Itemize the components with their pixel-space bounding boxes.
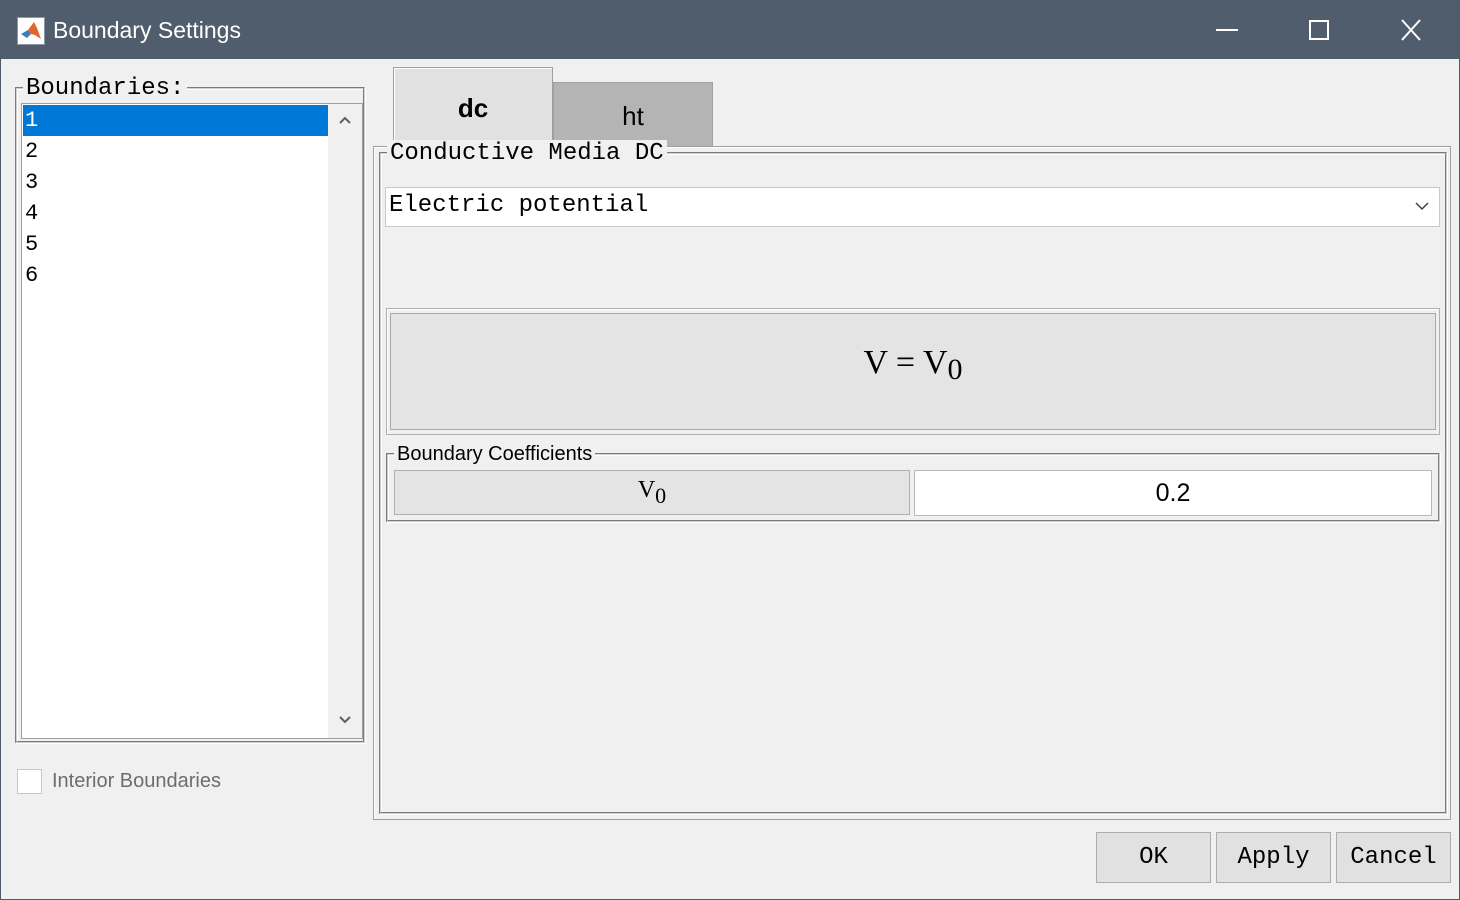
equation-display: V = V0: [390, 313, 1436, 430]
ok-button[interactable]: OK: [1096, 832, 1211, 883]
boundaries-group: Boundaries: 1 2 3 4 5 6: [15, 75, 365, 743]
minimize-button[interactable]: [1181, 1, 1273, 59]
boundary-condition-value: Electric potential: [389, 192, 649, 219]
interior-boundaries-label: Interior Boundaries: [52, 770, 221, 792]
boundary-settings-window: Boundary Settings Boundaries: 1 2 3 4 5 …: [0, 0, 1460, 900]
list-item[interactable]: 2: [23, 136, 331, 167]
conductive-media-title: Conductive Media DC: [387, 140, 667, 167]
coefficient-label: V0: [394, 470, 910, 515]
cancel-button[interactable]: Cancel: [1336, 832, 1451, 883]
list-scrollbar[interactable]: [328, 104, 362, 738]
tab-ht[interactable]: ht: [553, 82, 713, 146]
maximize-button[interactable]: [1273, 1, 1365, 59]
list-item[interactable]: 6: [23, 260, 331, 291]
boundary-condition-select[interactable]: Electric potential: [385, 187, 1440, 227]
equation-text: V = V0: [391, 344, 1435, 386]
coefficient-value-input[interactable]: 0.2: [914, 470, 1432, 516]
equation-lhs: V = V: [863, 344, 948, 381]
list-item[interactable]: 1: [23, 105, 331, 136]
close-button[interactable]: [1365, 1, 1457, 59]
chevron-down-icon: [339, 716, 351, 724]
equation-subscript: 0: [947, 353, 963, 386]
list-item[interactable]: 5: [23, 229, 331, 260]
interior-boundaries-checkbox[interactable]: [17, 769, 42, 794]
coefficient-subscript: 0: [655, 483, 667, 508]
boundaries-title: Boundaries:: [23, 75, 188, 102]
tab-dc[interactable]: dc: [393, 67, 553, 147]
dropdown-arrow[interactable]: [1405, 188, 1439, 226]
boundary-coefficients-title: Boundary Coefficients: [394, 443, 596, 466]
chevron-up-icon: [339, 116, 351, 124]
title-bar[interactable]: Boundary Settings: [1, 1, 1459, 59]
list-item[interactable]: 3: [23, 167, 331, 198]
scroll-up-button[interactable]: [328, 104, 362, 138]
apply-button[interactable]: Apply: [1216, 832, 1331, 883]
list-item[interactable]: 4: [23, 198, 331, 229]
scroll-down-button[interactable]: [328, 704, 362, 738]
matlab-icon: [17, 17, 45, 45]
equation-panel: V = V0: [386, 308, 1440, 435]
boundaries-listbox[interactable]: 1 2 3 4 5 6: [21, 103, 363, 739]
chevron-down-icon: [1415, 202, 1429, 211]
coefficient-symbol: V: [637, 477, 656, 503]
window-title: Boundary Settings: [53, 17, 241, 43]
